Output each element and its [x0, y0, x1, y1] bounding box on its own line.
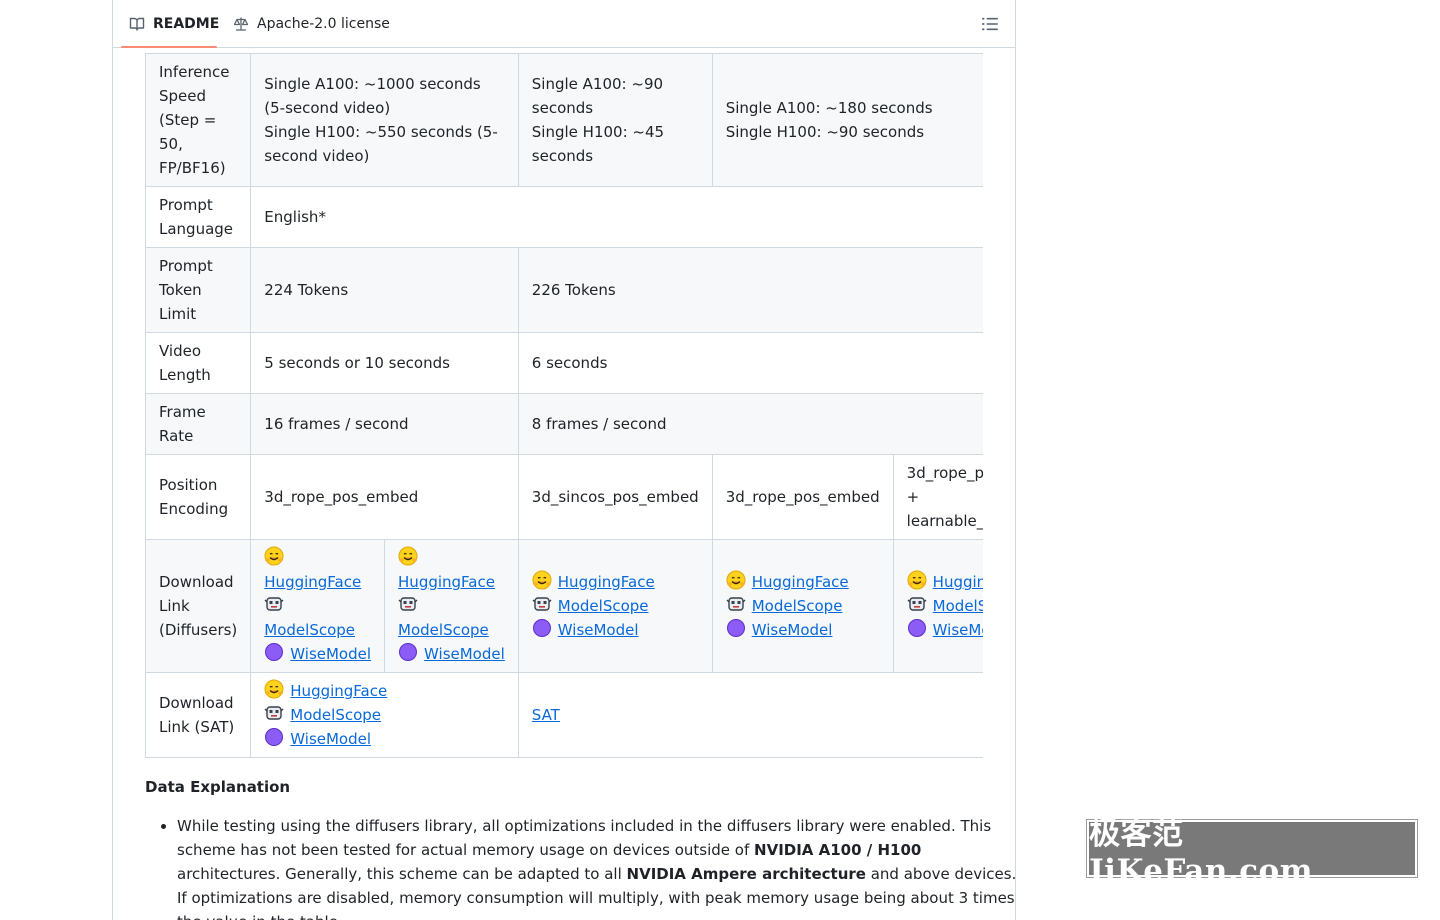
modelscope-robot-icon [907, 594, 927, 614]
inference-speed-cell-1: Single A100: ~1000 seconds (5-second vid… [250, 53, 519, 187]
table-row: Prompt Token Limit 224 Tokens 226 Tokens [145, 247, 983, 333]
list-item: While testing using the diffusers librar… [177, 814, 1015, 920]
row-label-prompt-token-limit: Prompt Token Limit [145, 247, 252, 333]
modelscope-link[interactable]: ModelScope [398, 621, 489, 639]
download-diffusers-cell-5: HuggingF ModelSco WiseMod [892, 539, 983, 673]
table-row: Download Link (Diffusers) HuggingFace Mo… [145, 539, 983, 673]
download-sat-cell-2: SAT [517, 672, 983, 758]
purple-circle-icon [532, 618, 552, 638]
row-label-inference-speed: Inference Speed (Step = 50, FP/BF16) [145, 53, 252, 187]
readme-tab-bar: README Apache-2.0 license [113, 0, 1015, 48]
wisemodel-link[interactable]: WiseModel [264, 645, 371, 663]
video-length-cell-1: 5 seconds or 10 seconds [250, 332, 519, 394]
sat-link[interactable]: SAT [532, 706, 560, 724]
position-encoding-cell-2: 3d_sincos_pos_embed [517, 454, 713, 540]
site-watermark: 极客范 JiKeFan.com [1087, 816, 1417, 889]
data-explanation-list: While testing using the diffusers librar… [145, 814, 1015, 920]
row-label-frame-rate: Frame Rate [145, 393, 252, 455]
modelscope-link[interactable]: ModelScope [264, 706, 381, 724]
tab-license[interactable]: Apache-2.0 license [233, 0, 390, 47]
wisemodel-link[interactable]: WiseModel [398, 645, 505, 663]
purple-circle-icon [398, 642, 418, 662]
data-explanation-heading: Data Explanation [145, 778, 291, 796]
table-row: Inference Speed (Step = 50, FP/BF16) Sin… [145, 53, 983, 187]
inference-speed-cell-3: Single A100: ~180 seconds Single H100: ~… [711, 53, 983, 187]
row-label-download-sat: Download Link (SAT) [145, 672, 252, 758]
modelscope-robot-icon [532, 594, 552, 614]
huggingface-link[interactable]: HuggingFace [532, 573, 655, 591]
huggingface-link[interactable]: HuggingFace [264, 573, 361, 591]
tab-readme[interactable]: README [121, 0, 220, 48]
huggingface-link[interactable]: HuggingFace [398, 573, 495, 591]
frame-rate-cell-1: 16 frames / second [250, 393, 519, 455]
inference-speed-cell-2: Single A100: ~90 seconds Single H100: ~4… [517, 53, 713, 187]
prompt-token-limit-cell-2: 226 Tokens [517, 247, 983, 333]
position-encoding-cell-3: 3d_rope_pos_embed [711, 454, 894, 540]
purple-circle-icon [264, 642, 284, 662]
readme-container: README Apache-2.0 license Inference Spee… [112, 0, 1016, 920]
table-row: Prompt Language English* [145, 186, 983, 248]
prompt-language-value: English* [250, 186, 983, 248]
position-encoding-cell-4: 3d_rope_pos_ + learnable_pos [892, 454, 983, 540]
hugging-face-emoji-icon [726, 570, 746, 590]
purple-circle-icon [726, 618, 746, 638]
position-encoding-cell-1: 3d_rope_pos_embed [250, 454, 519, 540]
model-spec-table: Inference Speed (Step = 50, FP/BF16) Sin… [145, 53, 983, 758]
modelscope-link[interactable]: ModelScope [264, 621, 355, 639]
wisemodel-link[interactable]: WiseModel [532, 621, 639, 639]
modelscope-robot-icon [264, 594, 371, 618]
modelscope-link[interactable]: ModelScope [726, 594, 842, 615]
table-row: Video Length 5 seconds or 10 seconds 6 s… [145, 332, 983, 394]
video-length-cell-2: 6 seconds [517, 332, 983, 394]
table-row: Frame Rate 16 frames / second 8 frames /… [145, 393, 983, 455]
download-diffusers-cell-4: HuggingFace ModelScope WiseModel [711, 539, 894, 673]
modelscope-link[interactable]: ModelSco [907, 597, 983, 615]
hugging-face-emoji-icon [532, 570, 552, 590]
frame-rate-cell-2: 8 frames / second [517, 393, 983, 455]
tab-license-label: Apache-2.0 license [257, 15, 390, 32]
row-label-video-length: Video Length [145, 332, 252, 394]
table-row: Download Link (SAT) HuggingFace ModelSco… [145, 672, 983, 758]
row-label-prompt-language: Prompt Language [145, 186, 252, 248]
modelscope-robot-icon [726, 594, 746, 614]
download-diffusers-cell-1: HuggingFace ModelScope WiseModel [250, 539, 386, 673]
prompt-token-limit-cell-1: 224 Tokens [250, 247, 519, 333]
huggingface-emoji-icon [398, 546, 505, 570]
huggingface-link[interactable]: HuggingF [907, 573, 983, 591]
download-diffusers-cell-3: HuggingFace ModelScope WiseModel [517, 539, 713, 673]
huggingface-link[interactable]: HuggingFace [264, 682, 387, 700]
modelscope-robot-icon [264, 703, 284, 723]
row-label-position-encoding: Position Encoding [145, 454, 252, 540]
row-label-download-diffusers: Download Link (Diffusers) [145, 539, 252, 673]
wisemodel-link[interactable]: WiseMod [907, 621, 983, 639]
huggingface-link[interactable]: HuggingFace [726, 573, 849, 591]
download-diffusers-cell-2: HuggingFace ModelScope WiseModel [384, 539, 519, 673]
wisemodel-link[interactable]: WiseModel [264, 730, 371, 748]
law-scale-icon [233, 16, 249, 32]
modelscope-robot-icon [398, 594, 505, 618]
huggingface-emoji-icon [264, 546, 371, 570]
hugging-face-emoji-icon [264, 679, 284, 699]
tab-readme-label: README [153, 15, 220, 32]
list-unordered-icon[interactable] [981, 15, 999, 33]
hugging-face-emoji-icon [907, 570, 927, 590]
modelscope-link[interactable]: ModelScope [532, 597, 649, 615]
purple-circle-icon [907, 618, 927, 638]
download-sat-cell-1: HuggingFace ModelScope WiseModel [250, 672, 519, 758]
model-spec-table-scroll[interactable]: Inference Speed (Step = 50, FP/BF16) Sin… [145, 47, 983, 758]
book-icon [129, 16, 145, 32]
purple-circle-icon [264, 727, 284, 747]
table-row: Position Encoding 3d_rope_pos_embed 3d_s… [145, 454, 983, 540]
wisemodel-link[interactable]: WiseModel [726, 618, 832, 639]
